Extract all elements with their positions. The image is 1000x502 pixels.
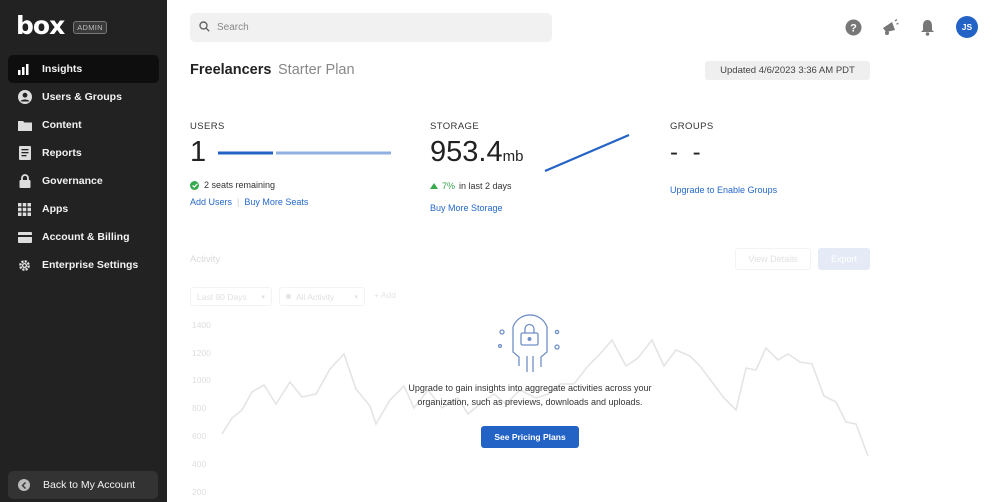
app-root: box ADMIN Insights Users & Groups Conten… xyxy=(0,0,1000,502)
upsell-message: Upgrade to gain insights into aggregate … xyxy=(408,383,652,407)
see-pricing-plans-button[interactable]: See Pricing Plans xyxy=(481,426,579,448)
upgrade-illustration-icon xyxy=(497,314,560,372)
